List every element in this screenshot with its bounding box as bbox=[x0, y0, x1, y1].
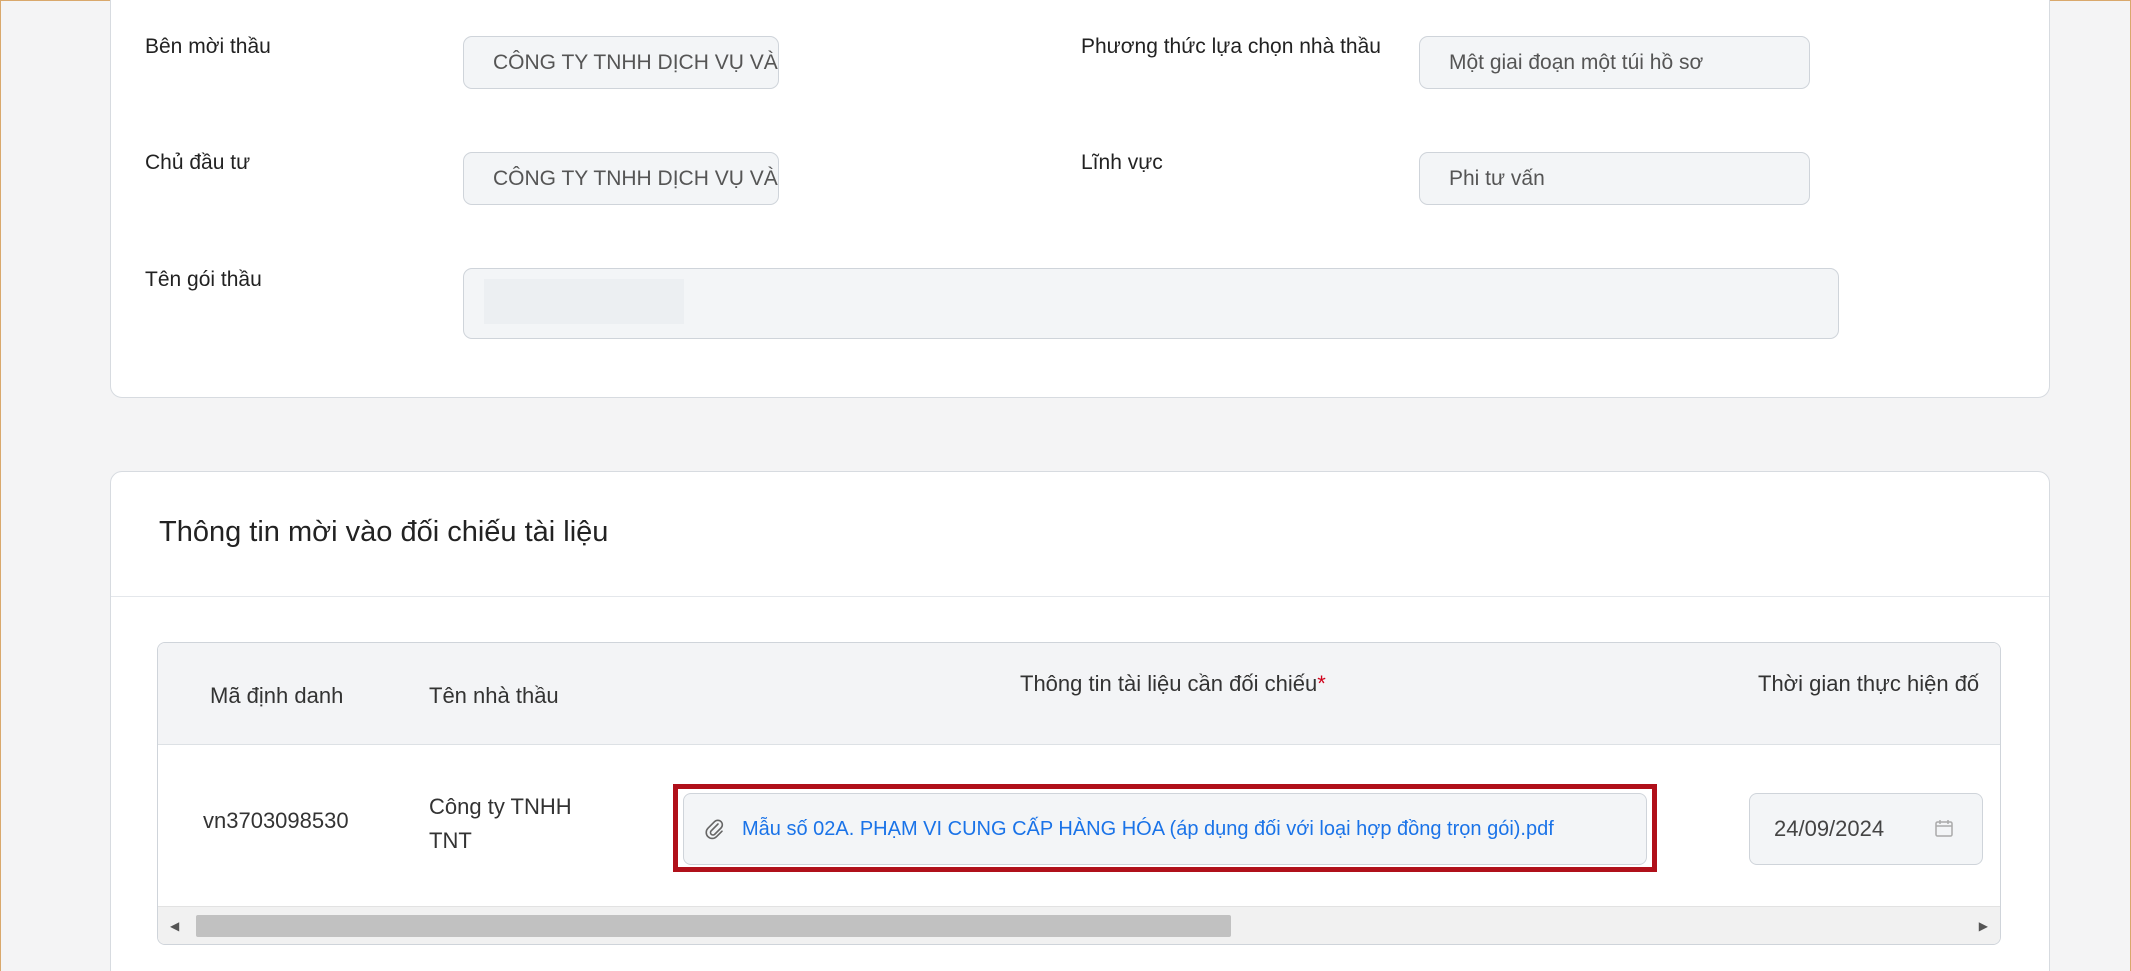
highlight-box bbox=[673, 784, 1657, 872]
divider bbox=[111, 596, 2049, 597]
row-ma-dinh-danh: vn3703098530 bbox=[203, 808, 349, 833]
section-title: Thông tin mời vào đối chiếu tài liệu bbox=[159, 516, 609, 548]
horizontal-scrollbar[interactable]: ◀ ▶ bbox=[158, 906, 2000, 944]
column-tai-lieu: Thông tin tài liệu cần đối chiếu* bbox=[1020, 671, 1326, 697]
scrollbar-thumb[interactable] bbox=[196, 915, 1231, 937]
row-ten-nha-thau-line1: Công ty TNHH bbox=[429, 794, 572, 819]
linh-vuc-value: Phi tư vấn bbox=[1449, 166, 1545, 190]
table-header: Mã định danh Tên nhà thầu Thông tin tài … bbox=[158, 643, 2000, 745]
ben-moi-thau-label: Bên mời thầu bbox=[145, 35, 271, 58]
required-mark: * bbox=[1317, 671, 1326, 696]
ben-moi-thau-field[interactable]: CÔNG TY TNHH DỊCH VỤ VÀ XÂY bbox=[463, 36, 779, 89]
chu-dau-tu-label: Chủ đầu tư bbox=[145, 151, 251, 174]
ten-goi-thau-field[interactable] bbox=[463, 268, 1839, 339]
invitation-card: Thông tin mời vào đối chiếu tài liệu Mã … bbox=[110, 471, 2050, 971]
phuong-thuc-label: Phương thức lựa chọn nhà thầu bbox=[1081, 35, 1381, 58]
documents-table: Mã định danh Tên nhà thầu Thông tin tài … bbox=[157, 642, 2001, 945]
column-ma-dinh-danh: Mã định danh bbox=[210, 683, 344, 708]
row-ten-nha-thau-line2: TNT bbox=[429, 828, 472, 853]
ben-moi-thau-value: CÔNG TY TNHH DỊCH VỤ VÀ XÂY bbox=[493, 50, 778, 74]
column-ten-nha-thau: Tên nhà thầu bbox=[429, 683, 559, 708]
redacted-block bbox=[484, 279, 684, 324]
column-tai-lieu-label: Thông tin tài liệu cần đối chiếu bbox=[1020, 671, 1318, 696]
scroll-right-icon[interactable]: ▶ bbox=[1979, 919, 1988, 933]
column-thoi-gian: Thời gian thực hiện đố bbox=[1758, 671, 1980, 696]
phuong-thuc-field[interactable]: Một giai đoạn một túi hồ sơ bbox=[1419, 36, 1810, 89]
row-ten-nha-thau: Công ty TNHH TNT bbox=[429, 790, 572, 858]
chu-dau-tu-field[interactable]: CÔNG TY TNHH DỊCH VỤ VÀ XÂY bbox=[463, 152, 779, 205]
ten-goi-thau-label: Tên gói thầu bbox=[145, 268, 262, 291]
calendar-icon[interactable] bbox=[1934, 818, 1954, 844]
chu-dau-tu-value: CÔNG TY TNHH DỊCH VỤ VÀ XÂY bbox=[493, 166, 778, 190]
scroll-left-icon[interactable]: ◀ bbox=[170, 919, 179, 933]
linh-vuc-field[interactable]: Phi tư vấn bbox=[1419, 152, 1810, 205]
package-info-card: Bên mời thầu CÔNG TY TNHH DỊCH VỤ VÀ XÂY… bbox=[110, 0, 2050, 398]
date-value: 24/09/2024 bbox=[1774, 816, 1885, 841]
phuong-thuc-value: Một giai đoạn một túi hồ sơ bbox=[1449, 50, 1704, 74]
date-field[interactable]: 24/09/2024 bbox=[1749, 793, 1983, 865]
linh-vuc-label: Lĩnh vực bbox=[1081, 151, 1163, 174]
